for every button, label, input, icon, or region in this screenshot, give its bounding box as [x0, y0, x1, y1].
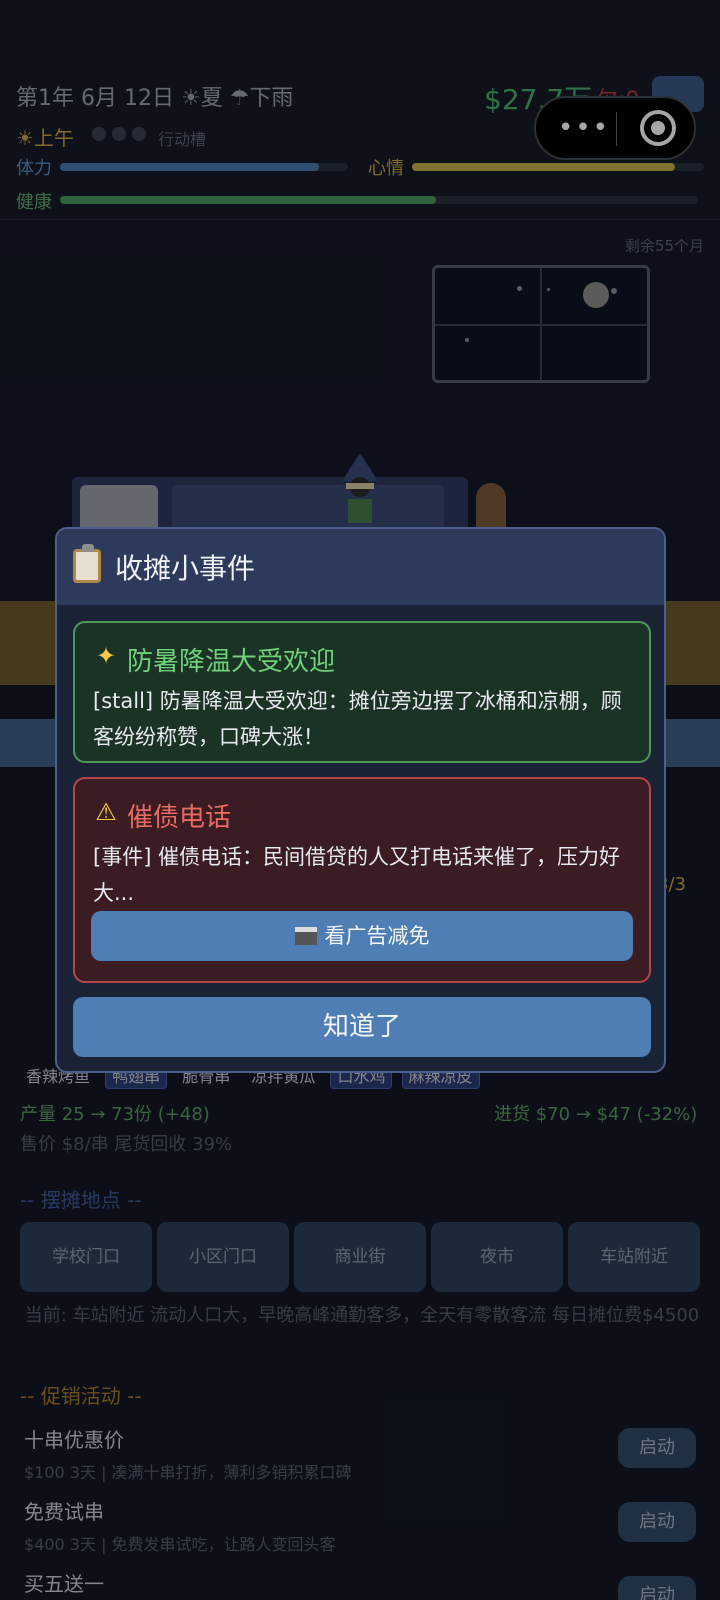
warning-icon: ⚠	[95, 798, 117, 826]
acknowledge-button[interactable]: 知道了	[73, 997, 651, 1057]
watch-ad-button[interactable]: 看广告减免	[91, 911, 633, 961]
bad-event-card: ⚠ 催债电话 [事件] 催债电话：民间借贷的人又打电话来催了，压力好大... 看…	[73, 777, 651, 983]
bad-event-body: [事件] 催债电话：民间借贷的人又打电话来催了，压力好大...	[93, 845, 621, 905]
dialog-header: 收摊小事件	[57, 529, 664, 605]
good-event-title: 防暑降温大受欢迎	[127, 647, 336, 677]
watch-ad-label: 看广告减免	[324, 924, 430, 948]
clipboard-icon	[73, 544, 101, 583]
clapperboard-icon	[294, 927, 317, 945]
event-dialog: 收摊小事件 ✦ 防暑降温大受欢迎 [stall] 防暑降温大受欢迎：摊位旁边摆了…	[55, 527, 666, 1073]
good-event-body: [stall] 防暑降温大受欢迎：摊位旁边摆了冰桶和凉棚，顾客纷纷称赞，口碑大涨…	[93, 689, 622, 749]
bad-event-title: 催债电话	[127, 803, 232, 833]
sparkles-icon: ✦	[95, 642, 117, 670]
dialog-title: 收摊小事件	[115, 552, 256, 585]
good-event-card: ✦ 防暑降温大受欢迎 [stall] 防暑降温大受欢迎：摊位旁边摆了冰桶和凉棚，…	[73, 621, 651, 763]
